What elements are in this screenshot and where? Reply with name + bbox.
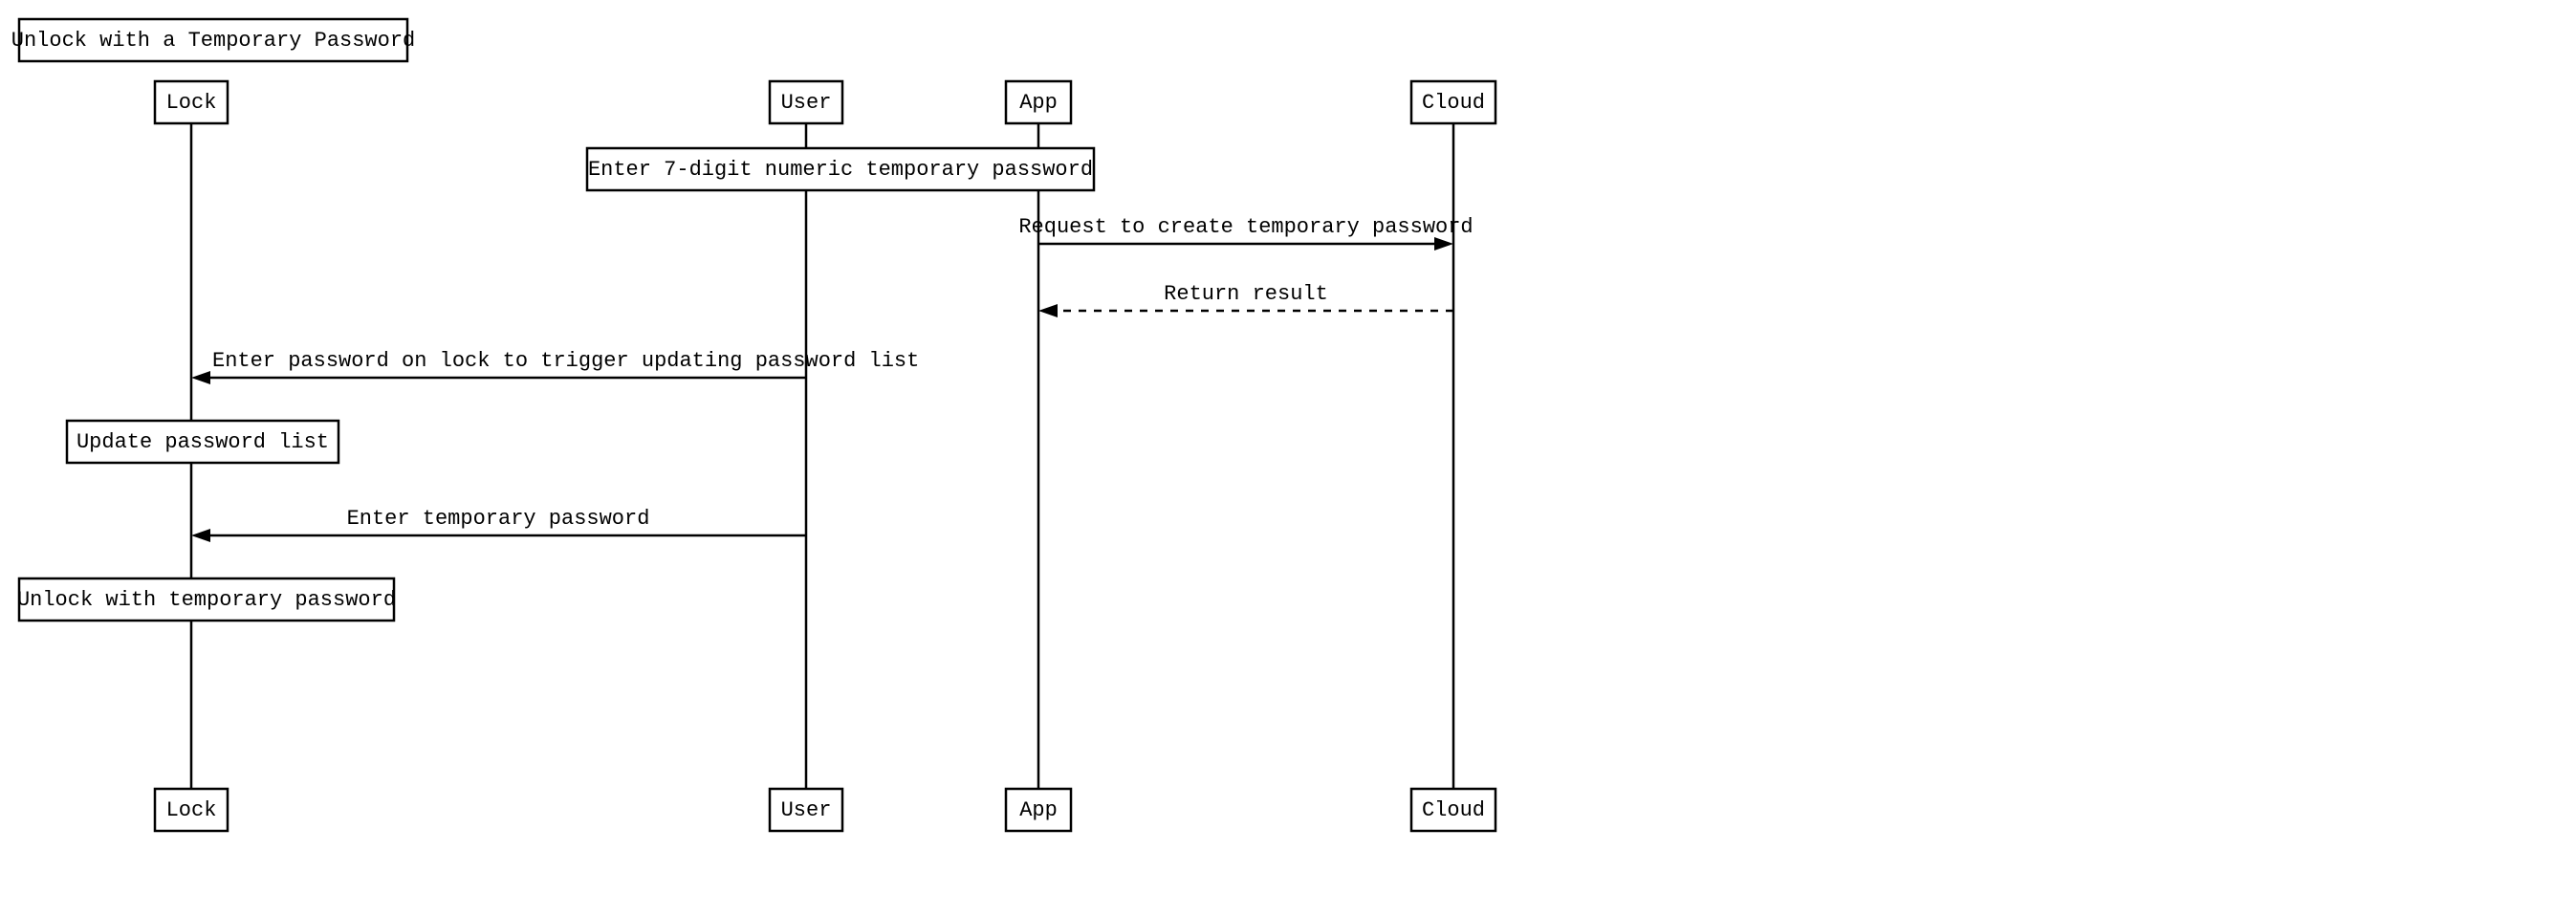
participant-user-label: User — [781, 91, 832, 115]
arrowhead-icon — [191, 529, 210, 542]
participant-lock-bottom-label: Lock — [166, 798, 217, 822]
participant-cloud-label: Cloud — [1422, 91, 1485, 115]
participant-app-label: App — [1019, 91, 1058, 115]
msg-request-create-label: Request to create temporary password — [1018, 215, 1473, 239]
note-enter-7digit-label: Enter 7-digit numeric temporary password — [588, 158, 1093, 182]
sequence-diagram: Unlock with a Temporary Password Lock Us… — [0, 0, 2576, 916]
note-update-list-label: Update password list — [76, 430, 329, 454]
note-unlock-temp-label: Unlock with temporary password — [17, 588, 396, 612]
participant-lock-label: Lock — [166, 91, 217, 115]
arrowhead-icon — [1038, 304, 1058, 317]
msg-enter-temp-label: Enter temporary password — [347, 507, 650, 531]
participant-app-bottom-label: App — [1019, 798, 1058, 822]
arrowhead-icon — [1434, 237, 1453, 251]
diagram-title: Unlock with a Temporary Password — [11, 29, 415, 53]
msg-return-result-label: Return result — [1164, 282, 1328, 306]
participant-user-bottom-label: User — [781, 798, 832, 822]
msg-trigger-update-label: Enter password on lock to trigger updati… — [212, 349, 919, 373]
participant-cloud-bottom-label: Cloud — [1422, 798, 1485, 822]
arrowhead-icon — [191, 371, 210, 384]
